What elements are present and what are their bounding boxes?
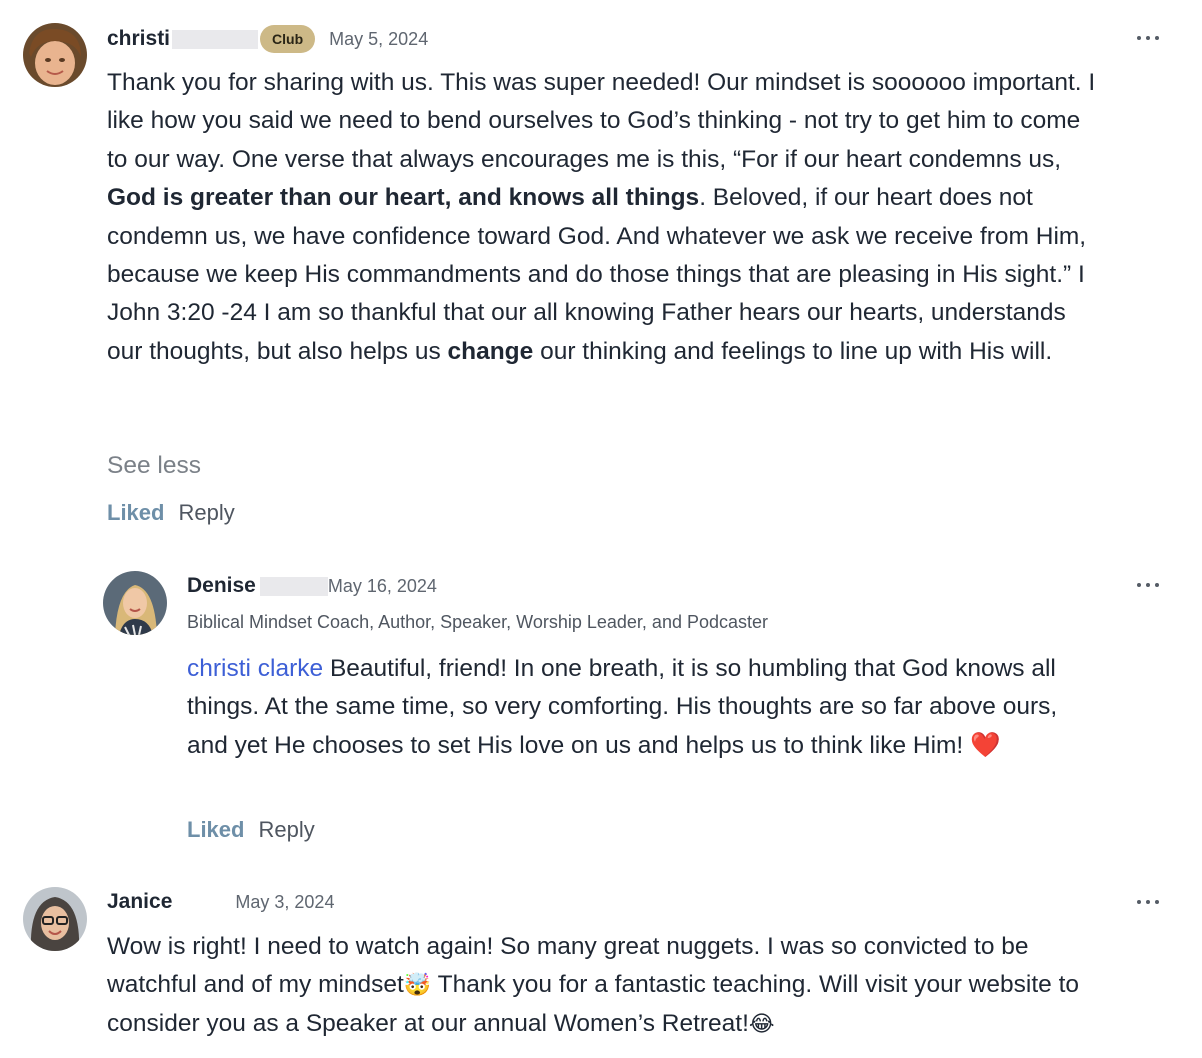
comment-header: Denise May 16, 2024 [187,572,437,600]
club-badge: Club [260,25,316,53]
exploding-head-emoji-icon: 🤯 [403,972,432,998]
comment-body: Wow is right! I need to watch again! So … [107,928,1107,1043]
redacted-surname [259,576,328,596]
avatar-janice[interactable] [23,887,87,951]
comment-body: Thank you for sharing with us. This was … [107,64,1097,371]
author-name[interactable]: christi [107,27,170,51]
comment-header: christi Club May 5, 2024 [107,24,428,54]
more-options-icon[interactable] [1137,582,1159,588]
more-options-icon[interactable] [1137,899,1159,905]
user-mention-link[interactable]: christi clarke [187,655,323,682]
comment-actions: Liked Reply [107,500,235,526]
body-text-part: Thank you for sharing with us. This was … [107,69,1096,173]
author-name[interactable]: Janice [107,890,172,914]
redacted-surname [172,29,259,49]
body-text-part: our thinking and feelings to line up wit… [533,337,1053,365]
more-options-icon[interactable] [1137,35,1159,41]
author-name[interactable]: Denise [187,574,256,598]
author-subtitle: Biblical Mindset Coach, Author, Speaker,… [187,612,769,632]
reply-button[interactable]: Reply [258,817,314,843]
laughing-emoji-icon: 😂 [748,1010,775,1036]
comment-date: May 3, 2024 [235,891,335,912]
comment-actions: Liked Reply [187,817,315,843]
liked-button[interactable]: Liked [187,817,244,843]
body-bold-text: change [447,337,534,365]
comment-body: christi clarke Beautiful, friend! In one… [187,650,1102,765]
comment-header: Janice May 3, 2024 [107,888,334,916]
comment-date: May 16, 2024 [327,575,437,596]
body-bold-text: God is greater than our heart, and knows… [107,184,700,212]
reply-button[interactable]: Reply [178,500,234,526]
avatar-denise[interactable] [103,571,167,635]
avatar-christi[interactable] [23,23,87,87]
see-less-link[interactable]: See less [107,452,201,480]
heart-emoji-icon: ❤️ [970,731,1001,759]
liked-button[interactable]: Liked [107,500,164,526]
comment-date: May 5, 2024 [329,28,429,49]
